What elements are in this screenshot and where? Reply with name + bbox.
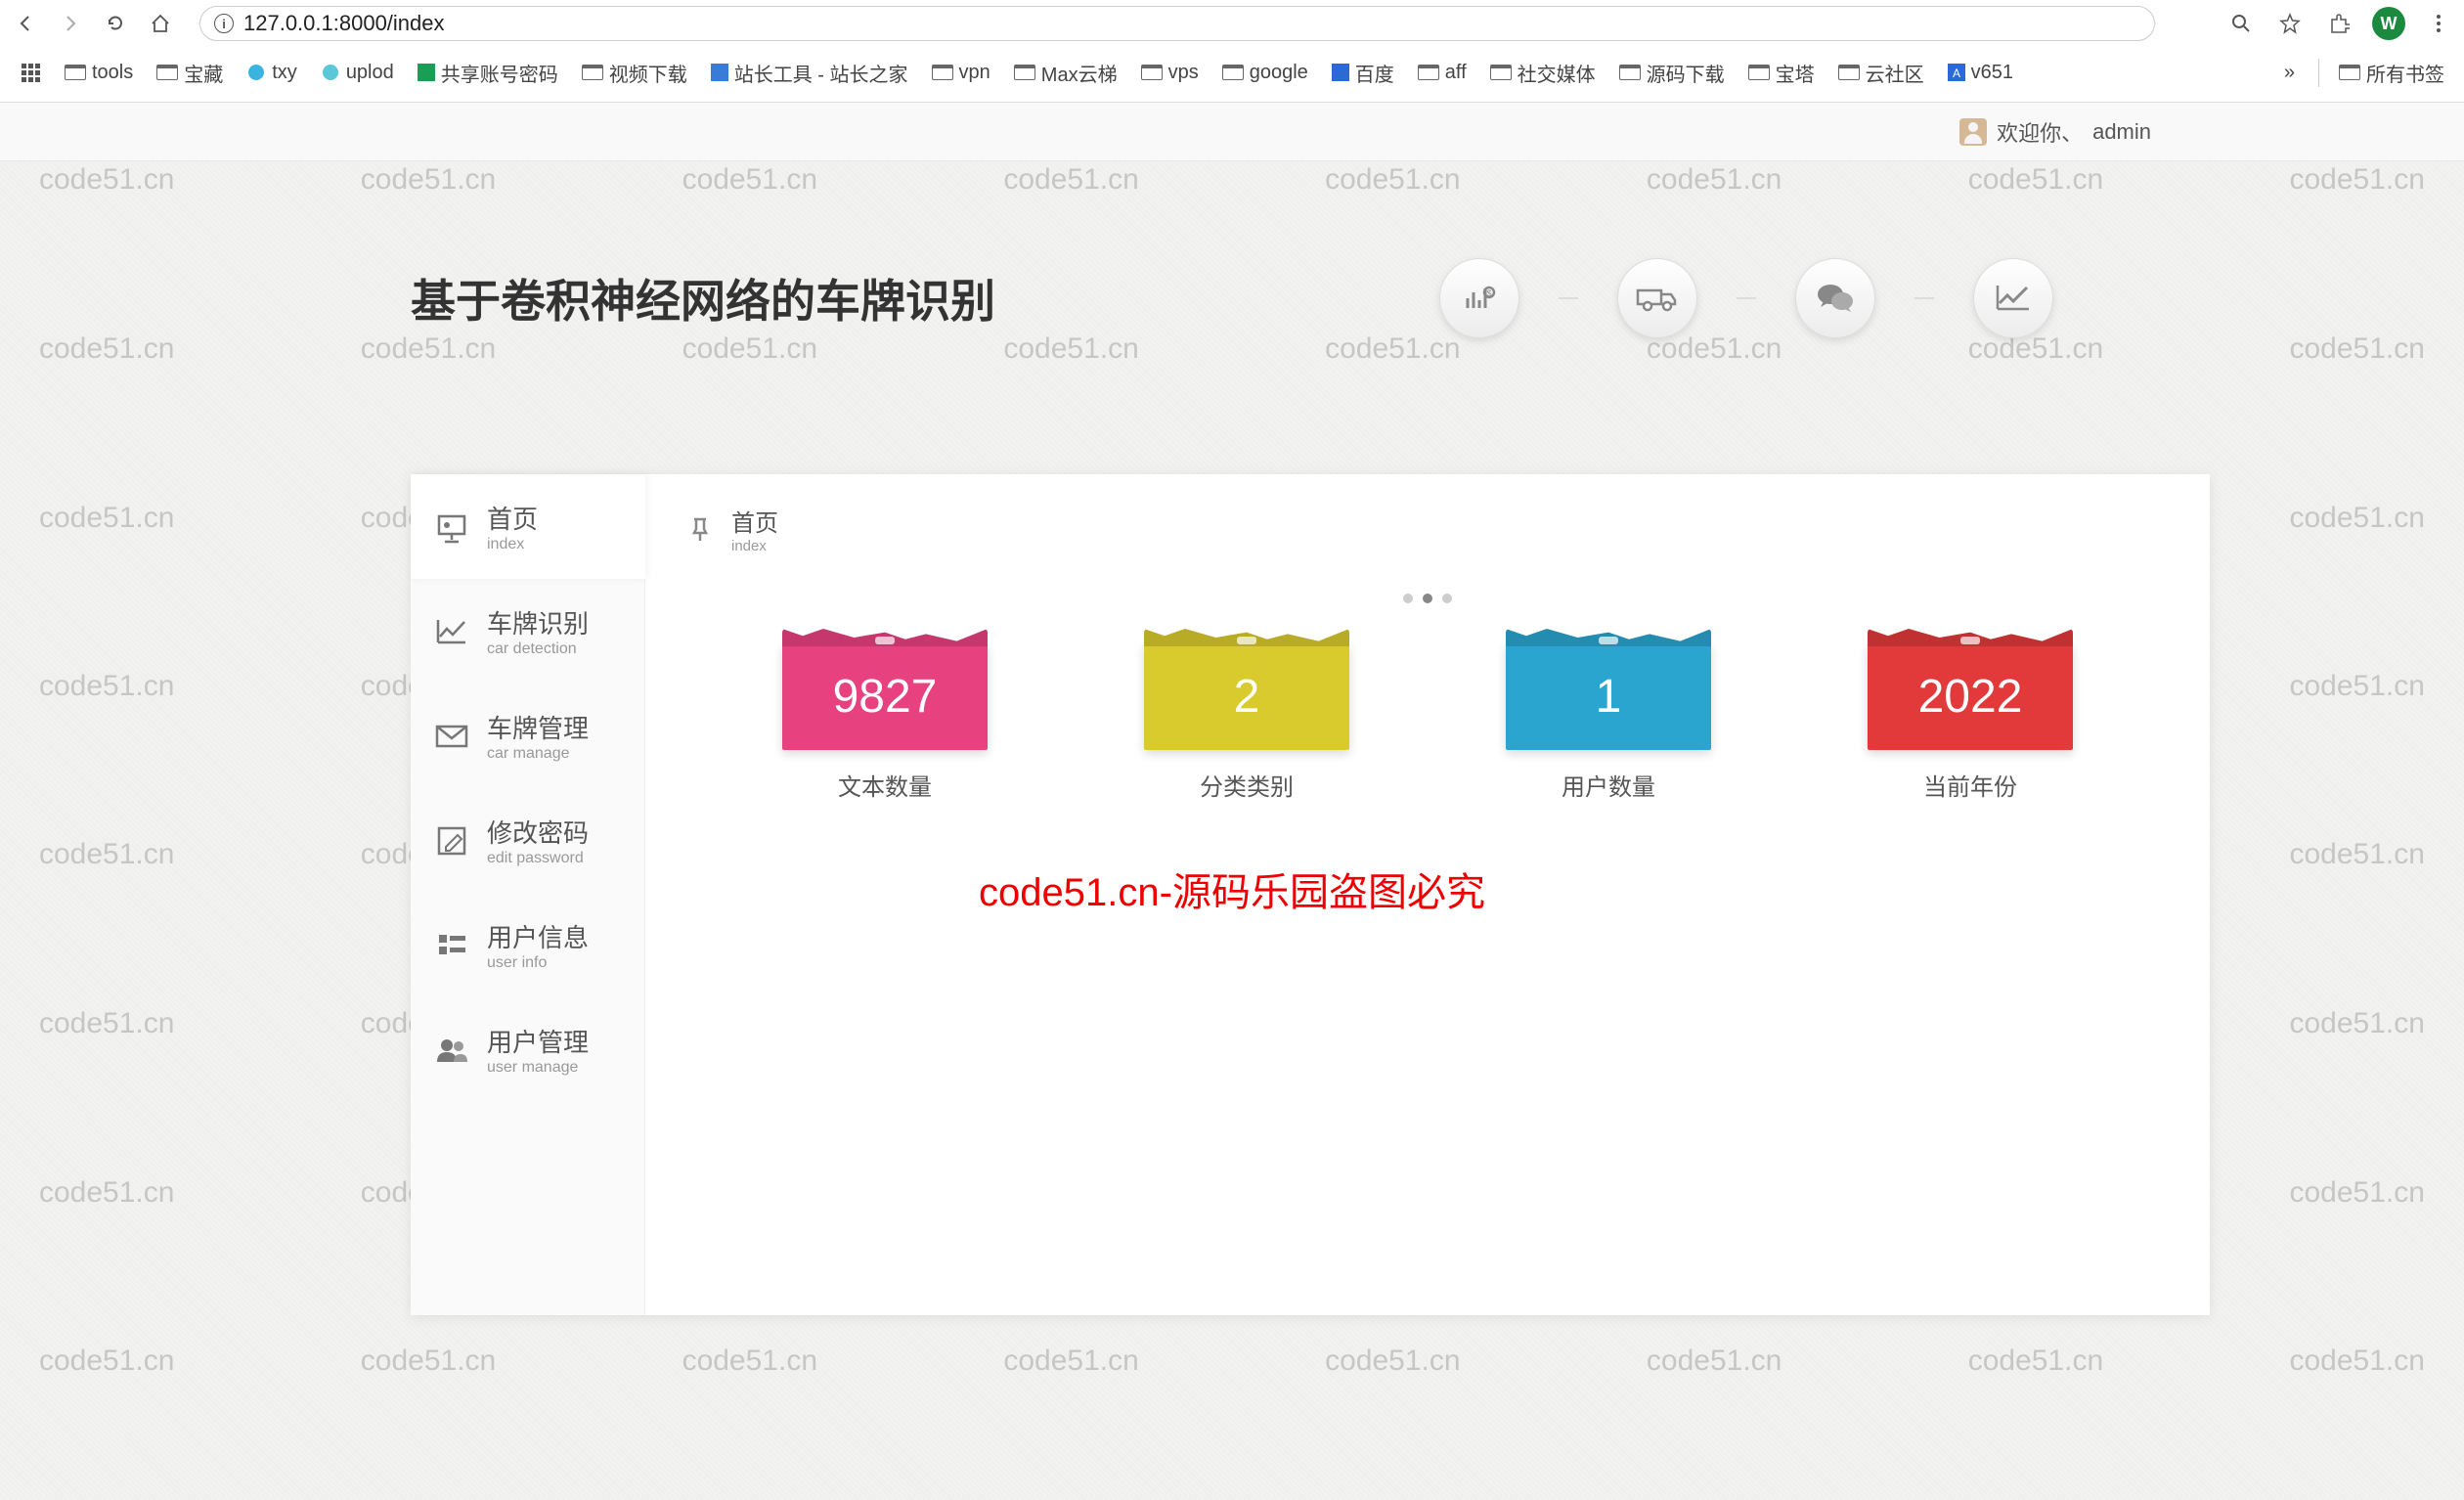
bookmark-item[interactable]: 百度 [1332,59,1394,87]
header-truck-icon[interactable] [1617,258,1697,338]
stat-label: 当前年份 [1923,768,2017,802]
stat-user-count: 1 用户数量 [1506,642,1711,802]
bookmark-item[interactable]: aff [1418,62,1467,84]
stat-year: 2022 当前年份 [1868,642,2073,802]
sidebar-item-userinfo[interactable]: 用户信息user info [411,893,644,997]
header-money-icon[interactable]: $ [1439,258,1519,338]
forward-button[interactable] [55,8,86,39]
browser-toolbar: i 127.0.0.1:8000/index W [0,0,2464,47]
url-text: 127.0.0.1:8000/index [243,11,445,36]
stat-value: 2 [1144,642,1349,750]
bookmark-item[interactable]: 源码下载 [1619,59,1725,87]
site-info-icon[interactable]: i [214,14,234,33]
profile-avatar[interactable]: W [2372,7,2405,40]
bookmark-item[interactable]: 社交媒体 [1490,59,1596,87]
dot[interactable] [1442,594,1452,603]
page-body: code51.cncode51.cncode51.cncode51.cncode… [0,103,2464,1500]
stat-label: 用户数量 [1562,768,1655,802]
stat-label: 文本数量 [838,768,932,802]
page-header: 基于卷积神经网络的车牌识别 $ [0,181,2464,416]
carousel-dots [684,594,2171,603]
bookmarks-overflow[interactable]: » [2284,62,2295,84]
svg-text:$: $ [1486,288,1491,298]
bookmark-item[interactable]: Max云梯 [1014,59,1118,87]
stat-text-count: 9827 文本数量 [782,642,988,802]
sidebar-item-manage[interactable]: 车牌管理car manage [411,684,644,788]
sidebar-item-index[interactable]: 首页index [411,474,645,579]
breadcrumb: 首页index [684,504,2171,554]
address-bar[interactable]: i 127.0.0.1:8000/index [199,6,2155,41]
bookmark-item[interactable]: vps [1141,62,1199,84]
edit-icon [434,823,469,859]
dot-active[interactable] [1423,594,1432,603]
bookmark-item[interactable]: txy [246,62,297,84]
reload-button[interactable] [100,8,131,39]
user-bar: 欢迎你、 admin [0,103,2464,161]
line-chart-icon [434,614,469,649]
sidebar: 首页index 车牌识别car detection 车牌管理car manage… [411,474,645,1315]
home-button[interactable] [145,8,176,39]
back-button[interactable] [10,8,41,39]
stat-label: 分类类别 [1200,768,1294,802]
watermark-overlay-text: code51.cn-源码乐园盗图必究 [979,860,1485,917]
bookmark-item[interactable]: tools [65,62,133,84]
stats-row: 9827 文本数量 2 分类类别 1 用户数量 2022 当前年份 [684,642,2171,802]
stat-category: 2 分类类别 [1144,642,1349,802]
list-icon [434,928,469,963]
stat-value: 9827 [782,642,988,750]
sidebar-item-usermanage[interactable]: 用户管理user manage [411,997,644,1102]
bookmark-item[interactable]: 共享账号密码 [418,59,558,87]
bookmark-item[interactable]: google [1222,62,1308,84]
bookmarks-bar: tools 宝藏 txy uplod 共享账号密码 视频下载 站长工具 - 站长… [0,47,2464,98]
bookmark-item[interactable]: vpn [932,62,990,84]
stat-value: 1 [1506,642,1711,750]
all-bookmarks[interactable]: 所有书签 [2339,59,2444,87]
bookmark-item[interactable]: Av651 [1948,62,2013,84]
presentation-icon [434,509,469,545]
header-chat-icon[interactable] [1795,258,1875,338]
bookmark-item[interactable]: 站长工具 - 站长之家 [711,59,908,87]
sidebar-item-detection[interactable]: 车牌识别car detection [411,579,644,684]
extensions-icon[interactable] [2323,8,2354,39]
pin-icon [684,513,716,545]
browser-chrome: i 127.0.0.1:8000/index W tools 宝藏 txy up… [0,0,2464,103]
dot[interactable] [1403,594,1413,603]
svg-text:A: A [1953,66,1960,80]
bookmark-item[interactable]: 云社区 [1838,59,1924,87]
header-chart-icon[interactable] [1973,258,2053,338]
star-icon[interactable] [2274,8,2306,39]
page-title: 基于卷积神经网络的车牌识别 [411,266,995,331]
welcome-text: 欢迎你、 [1997,116,2083,148]
sidebar-item-password[interactable]: 修改密码edit password [411,788,644,893]
bookmark-item[interactable]: 宝塔 [1748,59,1815,87]
username-text: admin [2092,119,2151,145]
apps-icon[interactable] [20,62,41,83]
bookmark-item[interactable]: 视频下载 [582,59,687,87]
users-icon [434,1033,469,1068]
user-avatar-icon [1959,118,1987,146]
header-action-icons: $ [1439,258,2053,338]
watermark-row: code51.cncode51.cncode51.cncode51.cncode… [0,1345,2464,1378]
zoom-icon[interactable] [2225,8,2257,39]
stat-value: 2022 [1868,642,2073,750]
bookmark-item[interactable]: uplod [321,62,394,84]
bookmark-item[interactable]: 宝藏 [156,59,223,87]
envelope-icon [434,719,469,754]
menu-icon[interactable] [2423,8,2454,39]
